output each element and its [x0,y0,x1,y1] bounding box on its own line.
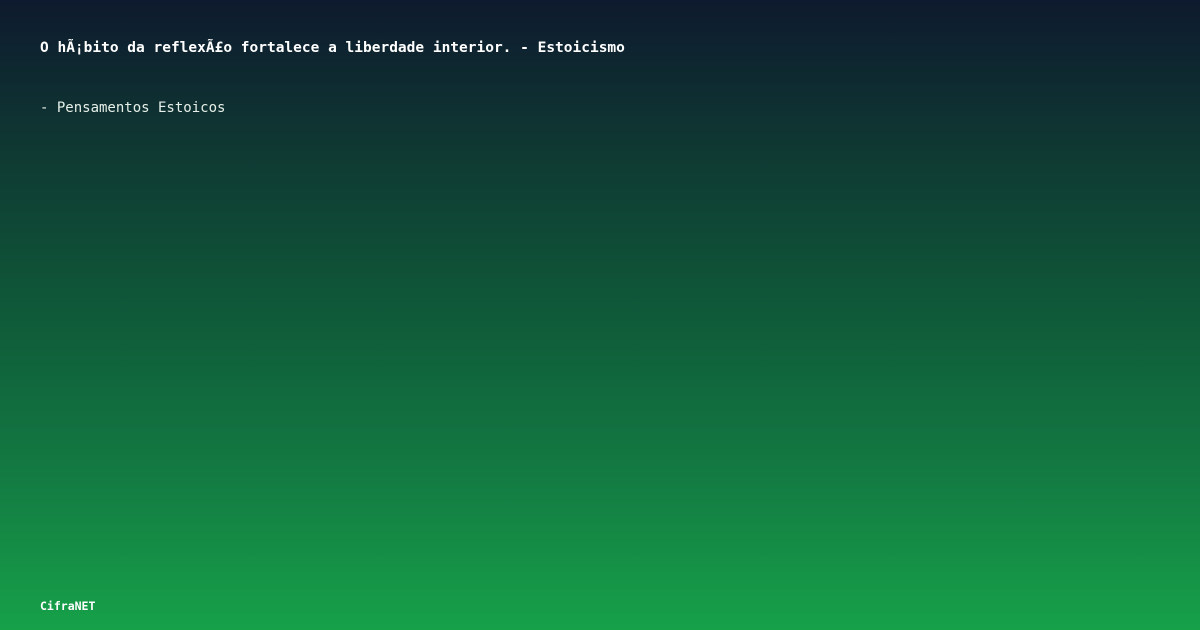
quote-attribution: - Pensamentos Estoicos [40,100,226,116]
brand-name: CifraNET [40,599,96,613]
quote-text: O hÃ¡bito da reflexÃ£o fortalece a liber… [40,40,625,56]
quote-card: O hÃ¡bito da reflexÃ£o fortalece a liber… [0,0,1200,630]
